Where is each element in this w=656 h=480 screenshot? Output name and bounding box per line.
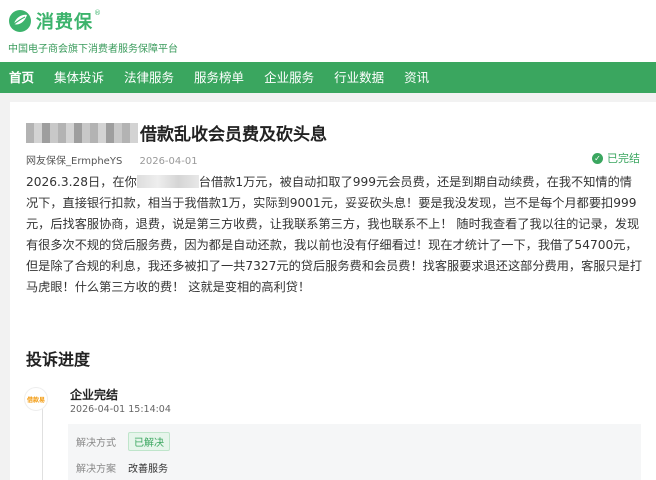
redacted-company-name bbox=[26, 122, 138, 143]
timeline-event-title: 企业完结 bbox=[70, 388, 119, 402]
nav-item-home[interactable]: 首页 bbox=[0, 62, 34, 93]
resolution-method-row: 解决方式 已解决 bbox=[76, 432, 170, 451]
nav-item-news[interactable]: 资讯 bbox=[384, 62, 429, 93]
nav-item-industry-data[interactable]: 行业数据 bbox=[314, 62, 384, 93]
progress-section-title: 投诉进度 bbox=[26, 350, 91, 369]
status-badge: ✓ 已完结 bbox=[592, 150, 640, 166]
redacted-platform-name bbox=[136, 175, 199, 188]
logo[interactable]: 消费保 ® bbox=[8, 9, 101, 33]
timeline-line bbox=[42, 408, 43, 480]
complaint-card: 借款乱收会员费及砍头息 网友保保_ErmpheYS 2026-04-01 ✓ 已… bbox=[10, 102, 656, 480]
company-avatar-text: 借款易 bbox=[26, 396, 45, 404]
logo-leaf-icon bbox=[9, 10, 31, 32]
complaint-body-start: 2026.3.28日，在你 bbox=[26, 175, 137, 189]
company-avatar: 借款易 bbox=[24, 387, 48, 411]
resolution-detail-box: 解决方式 已解决 解决方案 改善服务 bbox=[68, 424, 641, 480]
resolution-method-label: 解决方式 bbox=[76, 438, 116, 449]
logo-text: 消费保 bbox=[36, 12, 93, 33]
nav-item-service-ranking[interactable]: 服务榜单 bbox=[174, 62, 244, 93]
complaint-body: 2026.3.28日，在你 台借款1万元，被自动扣取了999元会员费，还是到期自动… bbox=[26, 172, 644, 298]
resolution-method-badge: 已解决 bbox=[128, 432, 170, 451]
nav-item-legal-services[interactable]: 法律服务 bbox=[104, 62, 174, 93]
nav-item-group-complaints[interactable]: 集体投诉 bbox=[34, 62, 104, 93]
registered-mark: ® bbox=[94, 9, 101, 17]
complaint-title: 借款乱收会员费及砍头息 bbox=[140, 125, 327, 145]
complaint-author[interactable]: 网友保保_ErmpheYS bbox=[26, 156, 122, 167]
resolution-plan-row: 解决方案 改善服务 bbox=[76, 460, 168, 475]
status-text: 已完结 bbox=[607, 152, 640, 165]
check-circle-icon: ✓ bbox=[592, 152, 603, 164]
site-header: 消费保 ® 中国电子商会旗下消费者服务保障平台 bbox=[0, 0, 656, 62]
complaint-body-rest: 台借款1万元，被自动扣取了999元会员费，还是到期自动续费，在我不知情的情况下，… bbox=[26, 175, 643, 294]
timeline-event-time: 2026-04-01 15:14:04 bbox=[70, 404, 171, 415]
resolution-plan-label: 解决方案 bbox=[76, 464, 116, 475]
complaint-date: 2026-04-01 bbox=[139, 156, 198, 167]
resolution-plan-value: 改善服务 bbox=[128, 464, 168, 475]
complaint-title-row: 借款乱收会员费及砍头息 bbox=[26, 120, 327, 145]
site-slogan: 中国电子商会旗下消费者服务保障平台 bbox=[8, 44, 178, 55]
complaint-meta: 网友保保_ErmpheYS 2026-04-01 bbox=[26, 152, 198, 167]
main-nav: 首页 集体投诉 法律服务 服务榜单 企业服务 行业数据 资讯 bbox=[0, 62, 656, 93]
nav-item-enterprise-services[interactable]: 企业服务 bbox=[244, 62, 314, 93]
